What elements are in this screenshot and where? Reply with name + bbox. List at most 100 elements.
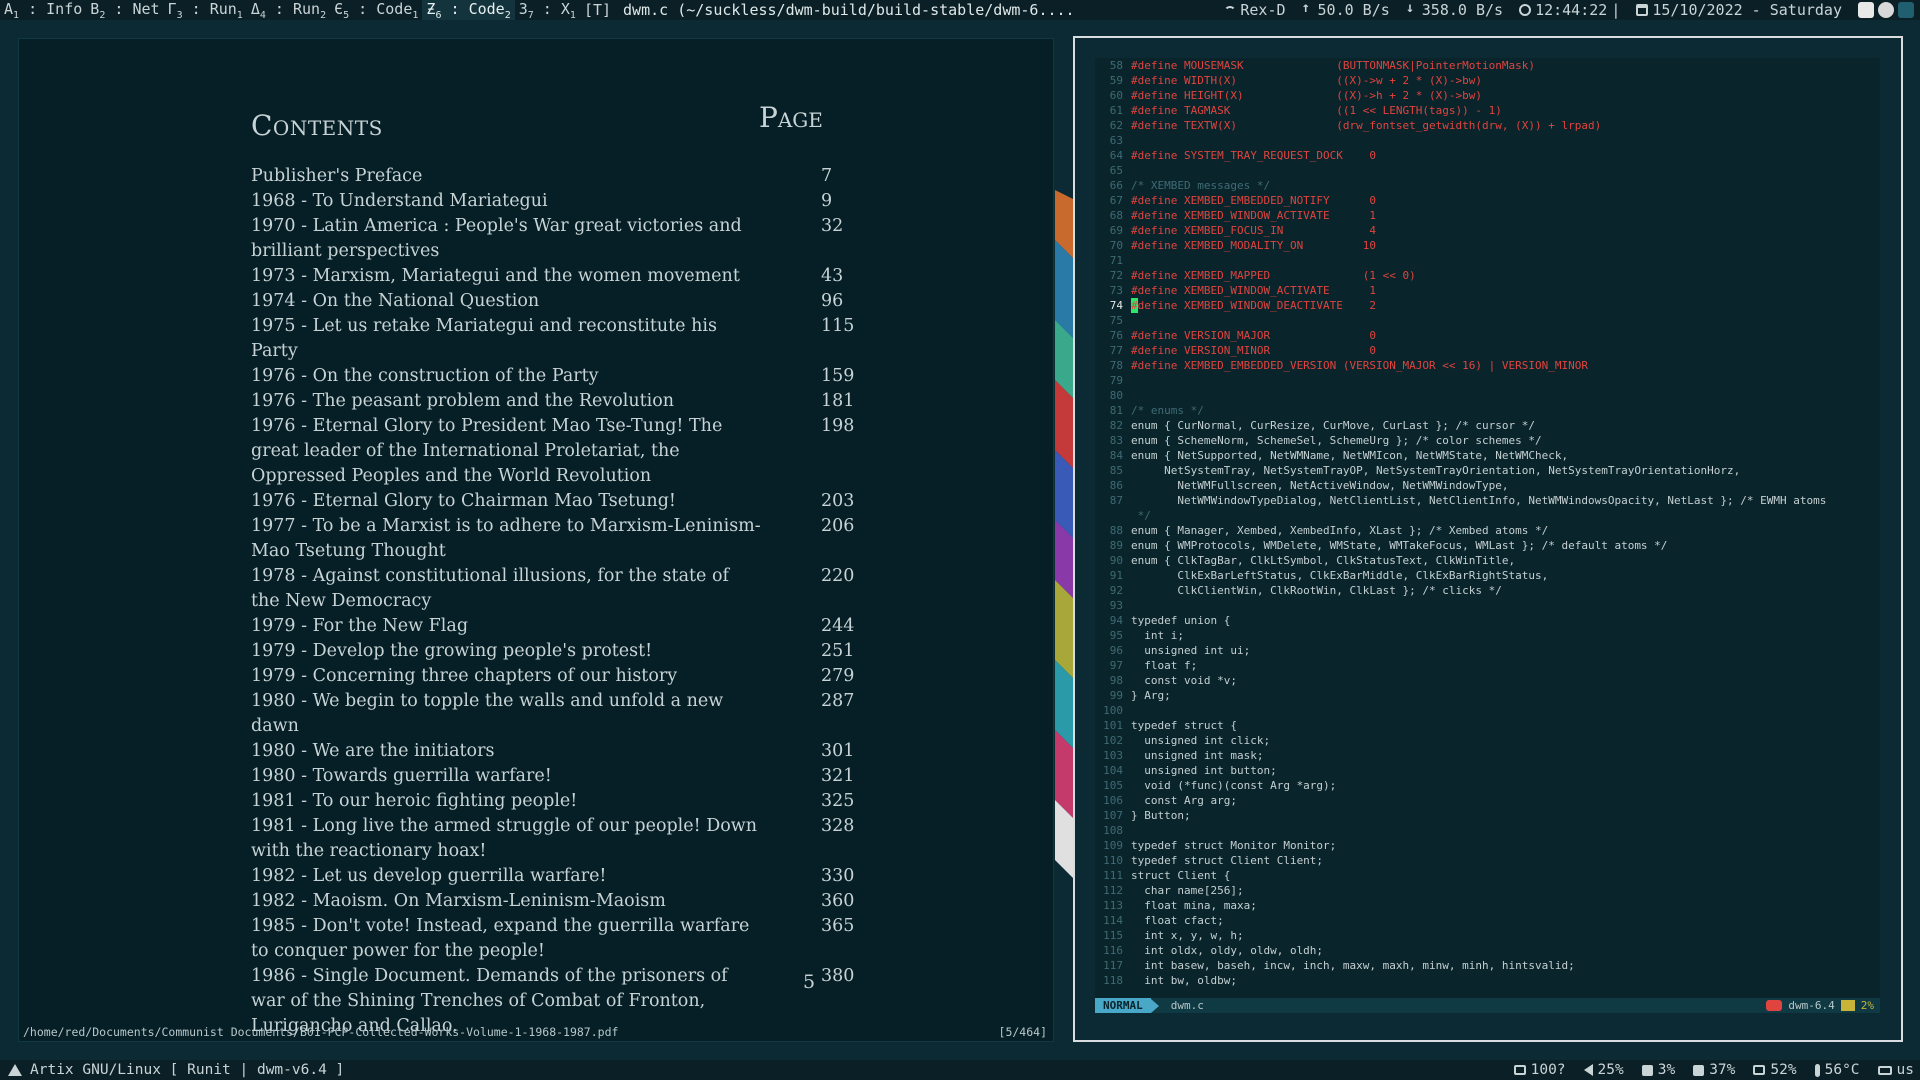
volume-status[interactable]: 25% bbox=[1583, 1062, 1624, 1078]
code-line[interactable]: 75 bbox=[1095, 313, 1880, 328]
code-line[interactable]: 115 int x, y, w, h; bbox=[1095, 928, 1880, 943]
layout-indicator[interactable]: [T] bbox=[580, 1, 615, 19]
discord-tray-icon[interactable] bbox=[1878, 2, 1894, 18]
code-line[interactable]: 86 NetWMFullscreen, NetActiveWindow, Net… bbox=[1095, 478, 1880, 493]
code-line[interactable]: 85 NetSystemTray, NetSystemTrayOP, NetSy… bbox=[1095, 463, 1880, 478]
code-line[interactable]: 98 const void *v; bbox=[1095, 673, 1880, 688]
code-line[interactable]: 107} Button; bbox=[1095, 808, 1880, 823]
code-line[interactable]: 68 #define XEMBED_WINDOW_ACTIVATE 1 bbox=[1095, 208, 1880, 223]
code-line[interactable]: 99} Arg; bbox=[1095, 688, 1880, 703]
toc-entry[interactable]: 1978 - Against constitutional illusions,… bbox=[251, 564, 881, 614]
toc-entry[interactable]: 1982 - Maoism. On Marxism-Leninism-Maois… bbox=[251, 889, 881, 914]
code-line[interactable]: 82 enum { CurNormal, CurResize, CurMove, … bbox=[1095, 418, 1880, 433]
tag-5[interactable]: Є5 : Code1 bbox=[330, 0, 422, 20]
code-line[interactable]: 100 bbox=[1095, 703, 1880, 718]
toc-entry[interactable]: 1980 - We are the initiators 301 bbox=[251, 739, 881, 764]
toc-entry[interactable]: 1979 - Develop the growing people's prot… bbox=[251, 639, 881, 664]
editor-window[interactable]: 58 #define MOUSEMASK (BUTTONMASK|PointerM… bbox=[1073, 36, 1903, 1042]
code-line[interactable]: 63 bbox=[1095, 133, 1880, 148]
code-line[interactable]: 69 #define XEMBED_FOCUS_IN 4 bbox=[1095, 223, 1880, 238]
code-line[interactable]: 73 #define XEMBED_WINDOW_ACTIVATE 1 bbox=[1095, 283, 1880, 298]
toc-entry[interactable]: 1980 - We begin to topple the walls and … bbox=[251, 689, 881, 739]
toc-entry[interactable]: 1979 - Concerning three chapters of our … bbox=[251, 664, 881, 689]
toc-entry[interactable]: 1979 - For the New Flag 244 bbox=[251, 614, 881, 639]
code-line[interactable]: 58 #define MOUSEMASK (BUTTONMASK|PointerM… bbox=[1095, 58, 1880, 73]
tag-7[interactable]: З7 : X1 bbox=[515, 0, 580, 20]
code-line[interactable]: 83 enum { SchemeNorm, SchemeSel, SchemeUr… bbox=[1095, 433, 1880, 448]
code-line[interactable]: 105 void (*func)(const Arg *arg); bbox=[1095, 778, 1880, 793]
tag-1[interactable]: A1 : Info bbox=[0, 0, 86, 20]
code-line[interactable]: 60 #define HEIGHT(X) ((X)->h + 2 * (X)->b… bbox=[1095, 88, 1880, 103]
code-line[interactable]: 70 #define XEMBED_MODALITY_ON 10 bbox=[1095, 238, 1880, 253]
code-line[interactable]: 59 #define WIDTH(X) ((X)->w + 2 * (X)->bw… bbox=[1095, 73, 1880, 88]
code-line[interactable]: 64 #define SYSTEM_TRAY_REQUEST_DOCK 0 bbox=[1095, 148, 1880, 163]
toc-entry[interactable]: 1970 - Latin America : People's War grea… bbox=[251, 214, 881, 264]
code-line[interactable]: 84 enum { NetSupported, NetWMName, NetWMI… bbox=[1095, 448, 1880, 463]
toc-entry[interactable]: 1974 - On the National Question 96 bbox=[251, 289, 881, 314]
code-line[interactable]: 87 NetWMWindowTypeDialog, NetClientList,… bbox=[1095, 493, 1880, 508]
code-line[interactable]: 114 float cfact; bbox=[1095, 913, 1880, 928]
tray-icon[interactable] bbox=[1898, 2, 1914, 18]
tag-4[interactable]: Δ4 : Run2 bbox=[247, 0, 330, 20]
toc-entry[interactable]: 1977 - To be a Marxist is to adhere to M… bbox=[251, 514, 881, 564]
code-editor[interactable]: 58 #define MOUSEMASK (BUTTONMASK|PointerM… bbox=[1095, 58, 1880, 1013]
code-line[interactable]: */ bbox=[1095, 508, 1880, 523]
code-line[interactable]: 80 bbox=[1095, 388, 1880, 403]
code-line[interactable]: 74 # define XEMBED_WINDOW_DEACTIVATE 2 bbox=[1095, 298, 1880, 313]
code-line[interactable]: 79 bbox=[1095, 373, 1880, 388]
code-line[interactable]: 97 float f; bbox=[1095, 658, 1880, 673]
toc-entry[interactable]: 1973 - Marxism, Mariategui and the women… bbox=[251, 264, 881, 289]
tag-6[interactable]: Ƶ6 : Code2 bbox=[422, 0, 515, 20]
keyboard-layout[interactable]: us bbox=[1877, 1062, 1914, 1078]
code-line[interactable]: 81 /* enums */ bbox=[1095, 403, 1880, 418]
app-tray-icon[interactable] bbox=[1858, 2, 1874, 18]
code-line[interactable]: 89 enum { WMProtocols, WMDelete, WMState,… bbox=[1095, 538, 1880, 553]
tag-2[interactable]: B2 : Net bbox=[86, 0, 163, 20]
code-line[interactable]: 67 #define XEMBED_EMBEDDED_NOTIFY 0 bbox=[1095, 193, 1880, 208]
toc-entry[interactable]: 1968 - To Understand Mariategui 9 bbox=[251, 189, 881, 214]
code-line[interactable]: 103 unsigned int mask; bbox=[1095, 748, 1880, 763]
toc-entry[interactable]: 1980 - Towards guerrilla warfare! 321 bbox=[251, 764, 881, 789]
code-line[interactable]: 94 typedef union { bbox=[1095, 613, 1880, 628]
code-line[interactable]: 90 enum { ClkTagBar, ClkLtSymbol, ClkStat… bbox=[1095, 553, 1880, 568]
toc-entry[interactable]: 1985 - Don't vote! Instead, expand the g… bbox=[251, 914, 881, 964]
code-buffer[interactable]: 58 #define MOUSEMASK (BUTTONMASK|PointerM… bbox=[1095, 58, 1880, 988]
toc-entry[interactable]: 1976 - Eternal Glory to Chairman Mao Tse… bbox=[251, 489, 881, 514]
code-line[interactable]: 88 enum { Manager, Xembed, XembedInfo, XL… bbox=[1095, 523, 1880, 538]
toc-entry[interactable]: 1975 - Let us retake Mariategui and reco… bbox=[251, 314, 881, 364]
tag-3[interactable]: Γ3 : Run1 bbox=[164, 0, 247, 20]
code-line[interactable]: 92 ClkClientWin, ClkRootWin, ClkLast }; … bbox=[1095, 583, 1880, 598]
code-line[interactable]: 109 typedef struct Monitor Monitor; bbox=[1095, 838, 1880, 853]
code-line[interactable]: 95 int i; bbox=[1095, 628, 1880, 643]
toc-entry[interactable]: 1976 - Eternal Glory to President Mao Ts… bbox=[251, 414, 881, 489]
code-line[interactable]: 104 unsigned int button; bbox=[1095, 763, 1880, 778]
code-line[interactable]: 116 int oldx, oldy, oldw, oldh; bbox=[1095, 943, 1880, 958]
code-line[interactable]: 108 bbox=[1095, 823, 1880, 838]
toc-entry[interactable]: 1976 - On the construction of the Party 1… bbox=[251, 364, 881, 389]
code-line[interactable]: 61 #define TAGMASK ((1 << LENGTH(tags)) -… bbox=[1095, 103, 1880, 118]
toc-entry[interactable]: 1981 - To our heroic fighting people! 325 bbox=[251, 789, 881, 814]
code-line[interactable]: 102 unsigned int click; bbox=[1095, 733, 1880, 748]
code-line[interactable]: 77 #define VERSION_MINOR 0 bbox=[1095, 343, 1880, 358]
pdf-viewer-window[interactable]: Contents Page Publisher's Preface 7 1968 -… bbox=[18, 38, 1054, 1042]
code-line[interactable]: 62 #define TEXTW(X) (drw_fontset_getwidth… bbox=[1095, 118, 1880, 133]
toc-entry[interactable]: 1982 - Let us develop guerrilla warfare!… bbox=[251, 864, 881, 889]
code-line[interactable]: 113 float mina, maxa; bbox=[1095, 898, 1880, 913]
code-line[interactable]: 106 const Arg arg; bbox=[1095, 793, 1880, 808]
code-line[interactable]: 78 #define XEMBED_EMBEDDED_VERSION (VERSI… bbox=[1095, 358, 1880, 373]
pdf-page[interactable]: Contents Page Publisher's Preface 7 1968 -… bbox=[19, 39, 1055, 1036]
code-line[interactable]: 101 typedef struct { bbox=[1095, 718, 1880, 733]
toc-entry[interactable]: Publisher's Preface 7 bbox=[251, 164, 881, 189]
code-line[interactable]: 118 int bw, oldbw; bbox=[1095, 973, 1880, 988]
code-line[interactable]: 71 bbox=[1095, 253, 1880, 268]
code-line[interactable]: 117 int basew, baseh, incw, inch, maxw, … bbox=[1095, 958, 1880, 973]
code-line[interactable]: 110 typedef struct Client Client; bbox=[1095, 853, 1880, 868]
toc-entry[interactable]: 1976 - The peasant problem and the Revol… bbox=[251, 389, 881, 414]
code-line[interactable]: 91 ClkExBarLeftStatus, ClkExBarMiddle, C… bbox=[1095, 568, 1880, 583]
code-line[interactable]: 111 struct Client { bbox=[1095, 868, 1880, 883]
code-line[interactable]: 76 #define VERSION_MAJOR 0 bbox=[1095, 328, 1880, 343]
code-line[interactable]: 66 /* XEMBED messages */ bbox=[1095, 178, 1880, 193]
code-line[interactable]: 112 char name[256]; bbox=[1095, 883, 1880, 898]
code-line[interactable]: 65 bbox=[1095, 163, 1880, 178]
code-line[interactable]: 93 bbox=[1095, 598, 1880, 613]
